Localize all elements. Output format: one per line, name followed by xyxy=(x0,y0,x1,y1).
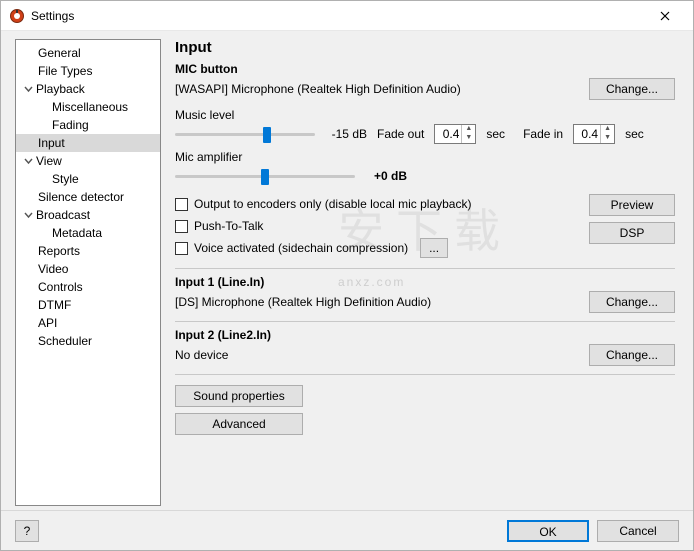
fade-in-spinner[interactable]: ▲▼ xyxy=(573,124,615,144)
sidebar-item-label: Scheduler xyxy=(36,334,92,348)
mic-amp-label: Mic amplifier xyxy=(175,150,242,164)
dsp-button[interactable]: DSP xyxy=(589,222,675,244)
fade-in-label: Fade in xyxy=(523,127,563,141)
sidebar-item-fading[interactable]: Fading xyxy=(16,116,160,134)
dialog-footer: ? OK Cancel xyxy=(1,510,693,550)
sidebar-item-style[interactable]: Style xyxy=(16,170,160,188)
sidebar-item-label: Reports xyxy=(36,244,80,258)
sidebar-tree[interactable]: General File Types Playback Miscellaneous Fa… xyxy=(15,39,161,506)
chevron-down-icon[interactable]: ▼ xyxy=(462,134,475,143)
voice-activated-options-button[interactable]: ... xyxy=(420,238,448,258)
close-icon xyxy=(660,11,670,21)
sidebar-item-label: Miscellaneous xyxy=(50,100,128,114)
sidebar-item-metadata[interactable]: Metadata xyxy=(16,224,160,242)
music-level-label: Music level xyxy=(175,108,234,122)
sidebar-item-label: Style xyxy=(50,172,79,186)
close-button[interactable] xyxy=(645,2,685,30)
advanced-button[interactable]: Advanced xyxy=(175,413,303,435)
sound-properties-button[interactable]: Sound properties xyxy=(175,385,303,407)
sidebar-item-label: Metadata xyxy=(50,226,102,240)
output-encoders-checkbox[interactable] xyxy=(175,198,188,211)
app-icon xyxy=(9,8,25,24)
sidebar-item-reports[interactable]: Reports xyxy=(16,242,160,260)
input1-title: Input 1 (Line.In) xyxy=(175,275,675,289)
preview-button[interactable]: Preview xyxy=(589,194,675,216)
ptt-checkbox[interactable] xyxy=(175,220,188,233)
sidebar-item-scheduler[interactable]: Scheduler xyxy=(16,332,160,350)
sidebar-item-label: DTMF xyxy=(36,298,71,312)
divider xyxy=(175,321,675,322)
ok-button[interactable]: OK xyxy=(507,520,589,542)
mic-change-button[interactable]: Change... xyxy=(589,78,675,100)
mic-amp-value: +0 dB xyxy=(365,169,407,183)
sidebar-item-dtmf[interactable]: DTMF xyxy=(16,296,160,314)
ptt-label: Push-To-Talk xyxy=(194,219,263,233)
sidebar-item-label: Silence detector xyxy=(36,190,124,204)
fade-out-input[interactable] xyxy=(435,125,461,143)
cancel-button[interactable]: Cancel xyxy=(597,520,679,542)
divider xyxy=(175,268,675,269)
sidebar-item-video[interactable]: Video xyxy=(16,260,160,278)
sidebar-item-general[interactable]: General xyxy=(16,44,160,62)
chevron-up-icon[interactable]: ▲ xyxy=(462,125,475,134)
main-panel: 安下载 anxz.com Input MIC button [WASAPI] M… xyxy=(171,39,679,506)
sidebar-item-view[interactable]: View xyxy=(16,152,160,170)
music-level-value: -15 dB xyxy=(325,127,367,141)
sidebar-item-silence-detector[interactable]: Silence detector xyxy=(16,188,160,206)
music-level-slider[interactable] xyxy=(175,124,315,144)
divider xyxy=(175,374,675,375)
mic-section-title: MIC button xyxy=(175,62,675,76)
sidebar-item-input[interactable]: Input xyxy=(16,134,160,152)
sidebar-item-label: Video xyxy=(36,262,68,276)
output-encoders-label: Output to encoders only (disable local m… xyxy=(194,197,471,211)
fade-in-input[interactable] xyxy=(574,125,600,143)
sidebar-item-playback[interactable]: Playback xyxy=(16,80,160,98)
mic-amp-slider[interactable] xyxy=(175,166,355,186)
sidebar-item-label: Broadcast xyxy=(34,208,90,222)
sidebar-item-file-types[interactable]: File Types xyxy=(16,62,160,80)
input1-device-text: [DS] Microphone (Realtek High Definition… xyxy=(175,295,581,309)
sidebar-item-controls[interactable]: Controls xyxy=(16,278,160,296)
page-heading: Input xyxy=(175,39,675,56)
chevron-down-icon xyxy=(22,157,34,166)
chevron-down-icon xyxy=(22,85,34,94)
input2-device-text: No device xyxy=(175,348,581,362)
fade-out-unit: sec xyxy=(486,127,505,141)
sidebar-item-label: General xyxy=(36,46,81,60)
chevron-down-icon[interactable]: ▼ xyxy=(601,134,614,143)
mic-device-text: [WASAPI] Microphone (Realtek High Defini… xyxy=(175,82,581,96)
sidebar-item-label: View xyxy=(34,154,62,168)
window-title: Settings xyxy=(31,9,645,23)
input2-change-button[interactable]: Change... xyxy=(589,344,675,366)
sidebar-item-label: File Types xyxy=(36,64,92,78)
fade-out-spinner[interactable]: ▲▼ xyxy=(434,124,476,144)
titlebar: Settings xyxy=(1,1,693,31)
fade-out-label: Fade out xyxy=(377,127,424,141)
sidebar-item-label: Playback xyxy=(34,82,85,96)
voice-activated-label: Voice activated (sidechain compression) xyxy=(194,241,408,255)
chevron-up-icon[interactable]: ▲ xyxy=(601,125,614,134)
sidebar-item-api[interactable]: API xyxy=(16,314,160,332)
sidebar-item-broadcast[interactable]: Broadcast xyxy=(16,206,160,224)
voice-activated-checkbox[interactable] xyxy=(175,242,188,255)
sidebar-item-label: API xyxy=(36,316,57,330)
input1-change-button[interactable]: Change... xyxy=(589,291,675,313)
fade-in-unit: sec xyxy=(625,127,644,141)
sidebar-item-label: Input xyxy=(36,136,65,150)
sidebar-item-label: Fading xyxy=(50,118,89,132)
help-button[interactable]: ? xyxy=(15,520,39,542)
sidebar-item-miscellaneous[interactable]: Miscellaneous xyxy=(16,98,160,116)
input2-title: Input 2 (Line2.In) xyxy=(175,328,675,342)
chevron-down-icon xyxy=(22,211,34,220)
sidebar-item-label: Controls xyxy=(36,280,83,294)
settings-window: Settings General File Types Playback Miscel… xyxy=(0,0,694,551)
